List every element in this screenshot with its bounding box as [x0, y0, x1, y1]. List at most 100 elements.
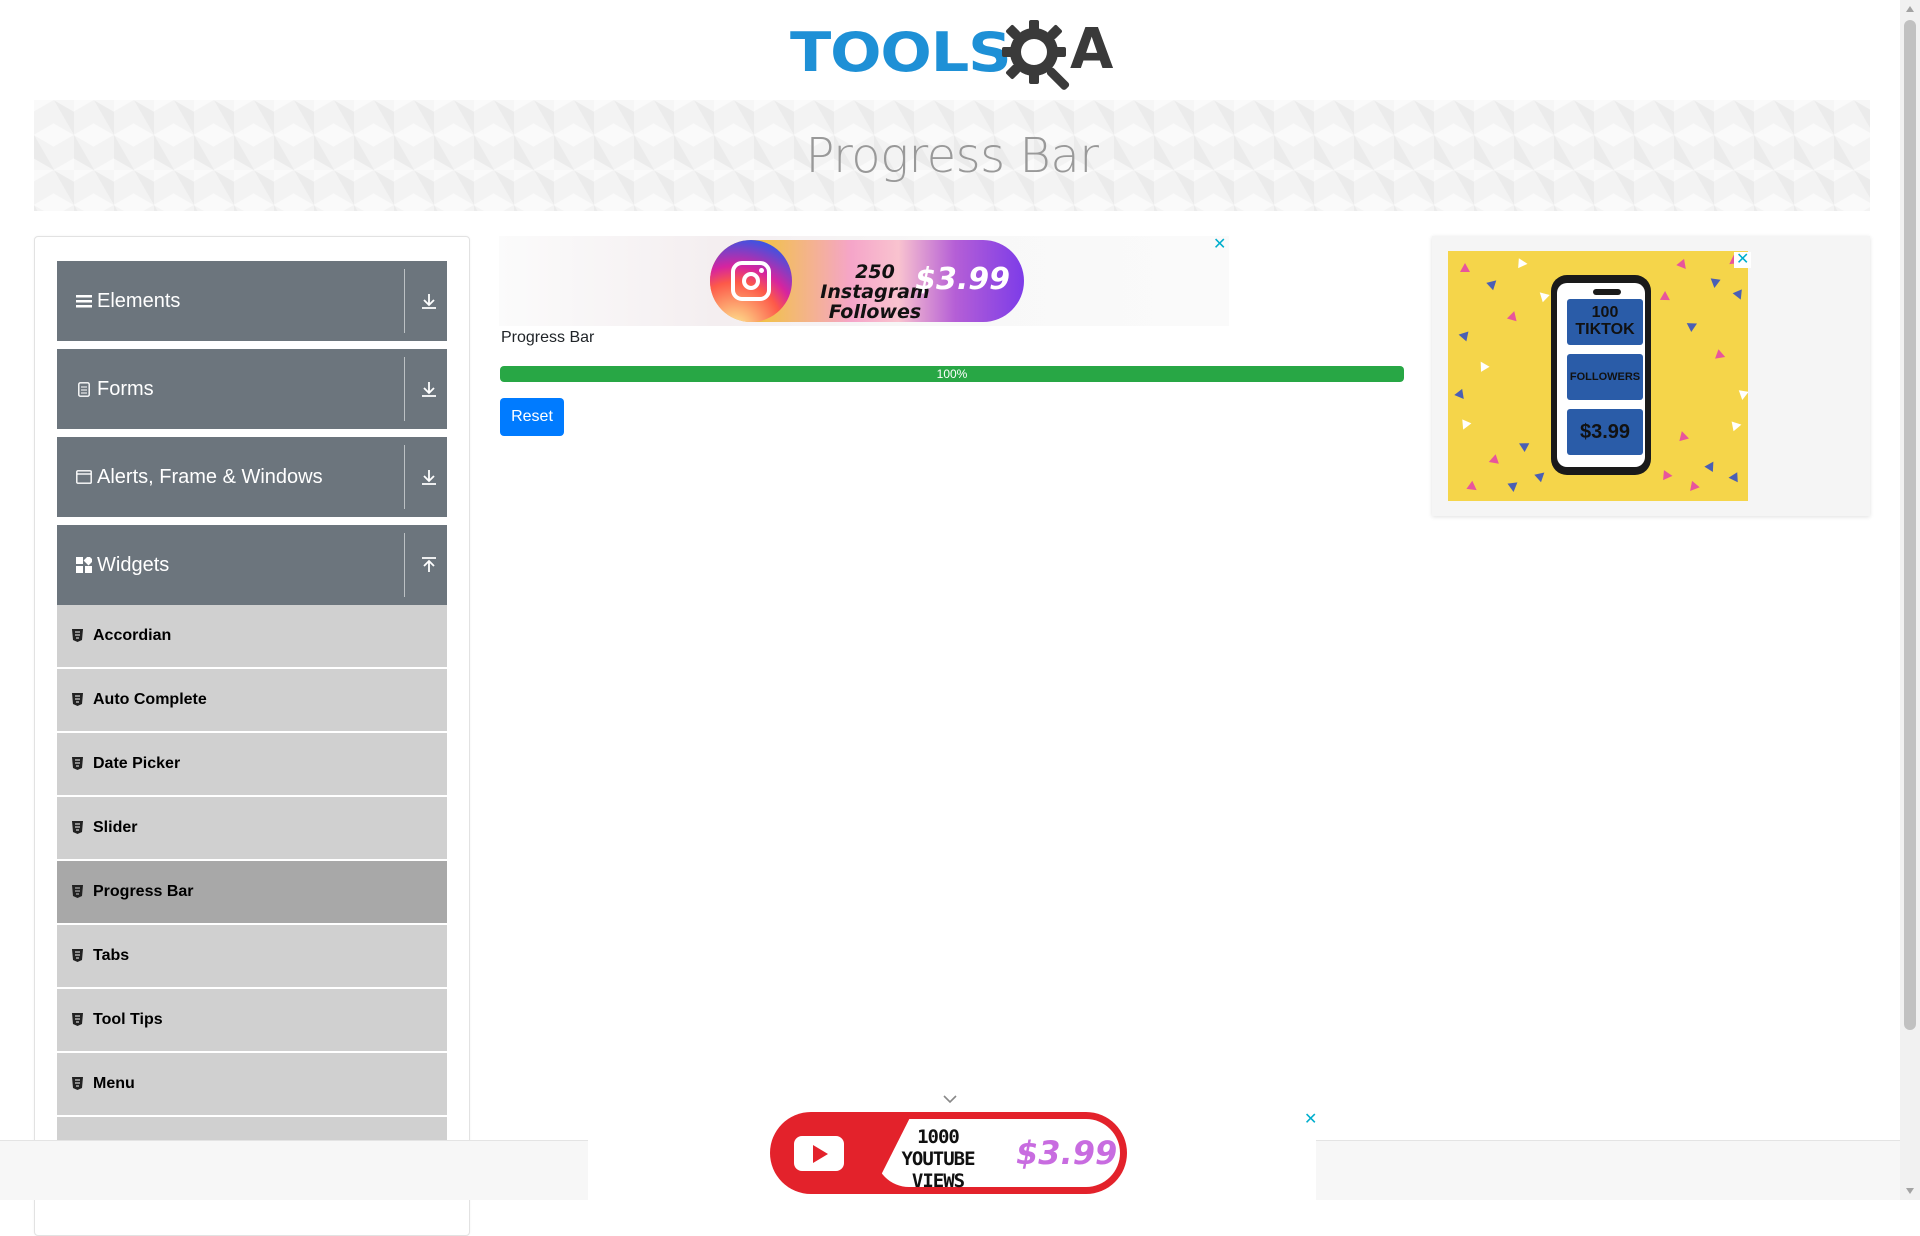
phone-graphic: 100 TIKTOK FOLLOWERS $3.99	[1551, 275, 1651, 475]
menu-item-label: Tool Tips	[93, 1011, 163, 1028]
download-arrow-icon[interactable]	[419, 379, 439, 399]
group-label: Elements	[97, 289, 181, 312]
group-label: Widgets	[97, 553, 170, 576]
confetti-shape	[1728, 472, 1738, 483]
divider	[404, 445, 405, 509]
youtube-ad-pill[interactable]: 1000 YOUTUBE VIEWS $3.99	[770, 1112, 1127, 1194]
menu-item-tool-tips[interactable]: Tool Tips	[57, 989, 447, 1051]
group-label: Alerts, Frame & Windows	[97, 465, 323, 488]
instagram-ad-pill[interactable]: 250 Instagram Followes $3.99	[710, 240, 1024, 322]
left-navigation: Elements Forms Alerts, Frame & Windows W…	[34, 236, 470, 1236]
upload-arrow-icon[interactable]	[419, 555, 439, 575]
menu-item-accordian[interactable]: Accordian	[57, 605, 447, 667]
confetti-shape	[1676, 258, 1690, 273]
menu-item-label: Progress Bar	[93, 883, 194, 900]
youtube-ad-banner[interactable]: 1000 YOUTUBE VIEWS $3.99 ✕	[588, 1112, 1317, 1200]
ad-line1: 1000	[917, 1126, 960, 1148]
html5-icon	[72, 1013, 84, 1027]
confetti-shape	[1731, 419, 1743, 432]
ad-line3: FOLLOWERS	[1569, 371, 1641, 383]
page-scrollbar[interactable]	[1900, 0, 1920, 1200]
scroll-up-arrow-icon[interactable]	[1906, 6, 1914, 12]
menu-item-label: Slider	[93, 819, 138, 836]
download-arrow-icon[interactable]	[419, 291, 439, 311]
download-arrow-icon[interactable]	[419, 467, 439, 487]
divider	[404, 269, 405, 333]
ad-line2: TIKTOK	[1575, 321, 1635, 338]
progress-bar-fill: 100%	[500, 366, 1404, 382]
menu-item-label: Auto Complete	[93, 691, 207, 708]
phone-notch	[1593, 289, 1621, 295]
menu-item-date-picker[interactable]: Date Picker	[57, 733, 447, 795]
html5-icon	[72, 821, 84, 835]
youtube-icon	[794, 1136, 844, 1171]
menu-item-auto-complete[interactable]: Auto Complete	[57, 669, 447, 731]
html5-icon	[72, 1077, 84, 1091]
scroll-down-arrow-icon[interactable]	[1906, 1188, 1914, 1194]
menu-item-slider[interactable]: Slider	[57, 797, 447, 859]
instagram-icon	[731, 261, 771, 301]
menu-item-label: Tabs	[93, 947, 130, 964]
menu-item-label: Accordian	[93, 627, 172, 644]
toolsqa-logo[interactable]: TOOLS A	[790, 14, 1115, 92]
confetti-shape	[1663, 470, 1673, 481]
reset-button[interactable]: Reset	[500, 398, 564, 436]
html5-icon	[72, 757, 84, 771]
confetti-shape	[1709, 278, 1721, 289]
group-label: Forms	[97, 377, 154, 400]
ad-price: $3.99	[1016, 1134, 1118, 1172]
confetti-shape	[1466, 480, 1480, 495]
confetti-shape	[1704, 459, 1718, 472]
html5-icon	[72, 693, 84, 707]
ad-line1: 100	[1591, 304, 1619, 321]
confetti-shape	[1458, 419, 1472, 432]
html5-icon	[72, 885, 84, 899]
window-icon	[75, 468, 93, 486]
confetti-shape	[1460, 263, 1470, 272]
confetti-shape	[1534, 468, 1548, 483]
group-widgets[interactable]: Widgets	[57, 525, 447, 605]
instagram-ad-banner[interactable]: 250 Instagram Followes $3.99 ✕	[499, 236, 1229, 326]
logo-text-qa: A	[1070, 17, 1114, 82]
confetti-shape	[1486, 276, 1500, 291]
tiktok-count-box: 100 TIKTOK	[1567, 299, 1643, 345]
html5-icon	[72, 629, 84, 643]
page-title: Progress Bar	[805, 128, 1099, 184]
divider	[404, 533, 405, 597]
group-alerts-frame-windows[interactable]: Alerts, Frame & Windows	[57, 437, 447, 517]
logo-text-tools: TOOLS	[790, 21, 1012, 84]
close-icon[interactable]: ✕	[1304, 1112, 1317, 1128]
confetti-shape	[1732, 289, 1746, 302]
tiktok-ad-container[interactable]: 100 TIKTOK FOLLOWERS $3.99 ✕	[1432, 236, 1870, 516]
progress-bar: 100%	[500, 366, 1404, 382]
confetti-shape	[1457, 329, 1469, 342]
ad-price: $3.99	[1579, 421, 1631, 443]
instagram-logo	[710, 240, 792, 322]
confetti-shape	[1518, 258, 1528, 269]
followers-box: FOLLOWERS	[1567, 354, 1643, 400]
chevron-down-icon[interactable]	[941, 1092, 959, 1106]
document-icon	[75, 380, 93, 398]
group-elements[interactable]: Elements	[57, 261, 447, 341]
confetti-shape	[1686, 319, 1700, 332]
confetti-shape	[1506, 309, 1520, 322]
progress-bar-label: Progress Bar	[501, 329, 595, 346]
confetti-shape	[1686, 480, 1700, 495]
menu-item-tabs[interactable]: Tabs	[57, 925, 447, 987]
close-icon[interactable]: ✕	[1734, 252, 1752, 268]
phone-screen: 100 TIKTOK FOLLOWERS $3.99	[1557, 283, 1645, 467]
close-icon[interactable]: ✕	[1213, 237, 1226, 253]
menu-item-label: Menu	[93, 1075, 135, 1092]
widgets-icon	[75, 556, 93, 574]
confetti-shape	[1715, 349, 1727, 362]
group-forms[interactable]: Forms	[57, 349, 447, 429]
menu-item-label: Date Picker	[93, 755, 181, 772]
page-banner: Progress Bar	[34, 100, 1870, 211]
menu-item-progress-bar[interactable]: Progress Bar	[57, 861, 447, 923]
scrollbar-thumb[interactable]	[1904, 20, 1916, 1030]
menu-item-menu[interactable]: Menu	[57, 1053, 447, 1115]
gear-magnifier-icon	[1002, 20, 1070, 90]
tiktok-ad[interactable]: 100 TIKTOK FOLLOWERS $3.99	[1448, 251, 1748, 501]
site-header: TOOLS A	[0, 0, 1900, 100]
list-icon	[75, 292, 93, 310]
